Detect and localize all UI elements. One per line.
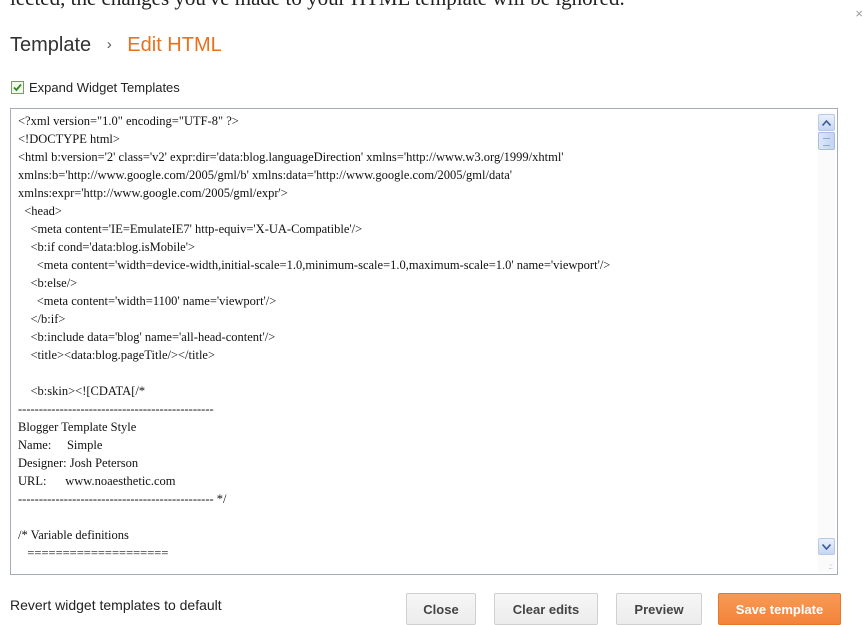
preview-button[interactable]: Preview bbox=[616, 593, 702, 625]
code-line[interactable]: /* Variable definitions bbox=[18, 526, 813, 544]
scroll-down-icon[interactable] bbox=[818, 538, 835, 555]
code-line[interactable]: <b:skin><![CDATA[/* bbox=[18, 382, 813, 400]
code-line[interactable]: <meta content='width=1100' name='viewpor… bbox=[18, 292, 813, 310]
chevron-right-icon: › bbox=[106, 36, 112, 53]
breadcrumb-template[interactable]: Template bbox=[10, 34, 91, 56]
code-line[interactable]: ==================== bbox=[18, 544, 813, 562]
close-button[interactable]: Close bbox=[406, 593, 476, 625]
expand-widget-templates-checkbox[interactable] bbox=[11, 81, 24, 94]
scroll-up-icon[interactable] bbox=[818, 114, 835, 131]
checkmark-icon bbox=[13, 83, 22, 92]
code-line[interactable]: <b:else/> bbox=[18, 274, 813, 292]
code-line[interactable]: <b:include data='blog' name='all-head-co… bbox=[18, 328, 813, 346]
code-line[interactable]: <meta content='width=device-width,initia… bbox=[18, 256, 813, 274]
code-line[interactable]: Blogger Template Style bbox=[18, 418, 813, 436]
dialog-top-text: lected, the changes you've made to your … bbox=[10, 0, 625, 11]
code-line[interactable]: </b:if> bbox=[18, 310, 813, 328]
code-line[interactable] bbox=[18, 364, 813, 382]
code-line[interactable]: <?xml version="1.0" encoding="UTF-8" ?> bbox=[18, 112, 813, 130]
breadcrumb: Template › Edit HTML bbox=[10, 34, 222, 57]
code-line[interactable]: ----------------------------------------… bbox=[18, 490, 813, 508]
code-line[interactable]: xmlns:b='http://www.google.com/2005/gml/… bbox=[18, 166, 813, 184]
close-icon[interactable]: × bbox=[855, 6, 863, 21]
page-title: Edit HTML bbox=[127, 34, 222, 56]
code-line[interactable]: URL: www.noaesthetic.com bbox=[18, 472, 813, 490]
code-line[interactable]: xmlns:expr='http://www.google.com/2005/g… bbox=[18, 184, 813, 202]
code-line[interactable]: Designer: Josh Peterson bbox=[18, 454, 813, 472]
save-template-button[interactable]: Save template bbox=[718, 593, 841, 625]
code-line[interactable]: ----------------------------------------… bbox=[18, 400, 813, 418]
scrollbar-thumb[interactable] bbox=[818, 132, 835, 150]
template-code-text[interactable]: <?xml version="1.0" encoding="UTF-8" ?> <… bbox=[18, 112, 813, 562]
expand-widget-templates-label: Expand Widget Templates bbox=[29, 80, 180, 95]
code-line[interactable]: <!DOCTYPE html> bbox=[18, 130, 813, 148]
revert-widget-templates-link[interactable]: Revert widget templates to default bbox=[10, 597, 222, 613]
editor-vertical-scrollbar[interactable] bbox=[818, 112, 835, 572]
code-line[interactable]: <html b:version='2' class='v2' expr:dir=… bbox=[18, 148, 813, 166]
code-line[interactable]: <head> bbox=[18, 202, 813, 220]
code-line[interactable] bbox=[18, 508, 813, 526]
code-line[interactable]: <b:if cond='data:blog.isMobile'> bbox=[18, 238, 813, 256]
code-line[interactable]: <meta content='IE=EmulateIE7' http-equiv… bbox=[18, 220, 813, 238]
template-code-editor[interactable]: <?xml version="1.0" encoding="UTF-8" ?> <… bbox=[10, 108, 838, 575]
code-line[interactable]: <title><data:blog.pageTitle/></title> bbox=[18, 346, 813, 364]
resize-grip-icon[interactable]: .:: bbox=[828, 562, 833, 571]
code-line[interactable]: Name: Simple bbox=[18, 436, 813, 454]
clear-edits-button[interactable]: Clear edits bbox=[494, 593, 598, 625]
expand-widget-templates-row[interactable]: Expand Widget Templates bbox=[11, 80, 180, 95]
